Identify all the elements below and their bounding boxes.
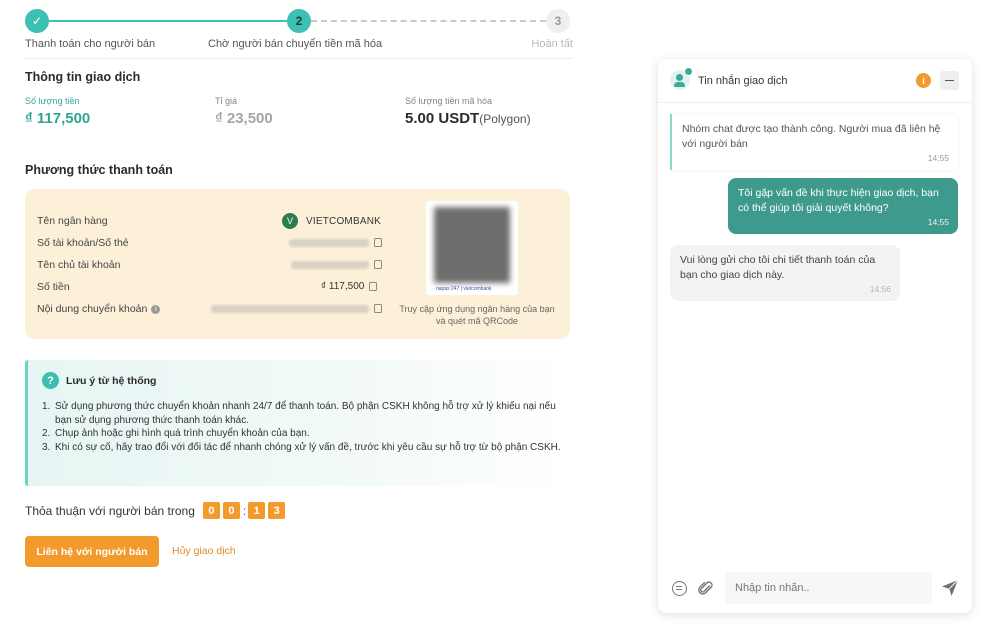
- bank-name-text: VIETCOMBANK: [306, 215, 381, 227]
- system-message: Nhóm chat được tạo thành công. Người mua…: [670, 114, 958, 170]
- step-3-circle: 3: [546, 9, 570, 33]
- crypto-amount: 5.00 USDT: [405, 110, 480, 127]
- payment-details-card: Tên ngân hàng V VIETCOMBANK Số tài khoản…: [25, 189, 570, 339]
- amount-block: Số lượng tiền ₫ 117,500: [25, 96, 90, 127]
- transfer-content-value: [211, 304, 382, 313]
- message-time: 14:55: [927, 153, 949, 163]
- paperclip-icon[interactable]: [698, 580, 714, 597]
- system-notice: ? Lưu ý từ hệ thống 1. Sử dụng phương thứ…: [25, 360, 570, 486]
- countdown-label: Thỏa thuận với người bán trong: [25, 503, 195, 518]
- message-time: 14:56: [869, 284, 891, 294]
- step-2-label: Chờ người bán chuyển tiền mã hóa: [208, 38, 383, 50]
- transfer-amount-value: ₫ 117,500: [321, 281, 378, 292]
- countdown-digit: 1: [248, 502, 266, 519]
- notice-item: 3. Khi có sự cố, hãy trao đổi với đối tác…: [42, 441, 561, 453]
- chat-title: Tin nhắn giao dịch: [698, 75, 788, 87]
- transfer-amount-text: ₫ 117,500: [321, 281, 365, 292]
- minimize-button[interactable]: [940, 71, 959, 90]
- notice-item: 1. Sử dụng phương thức chuyển khoản nhanh…: [42, 401, 556, 426]
- divider: [25, 58, 573, 59]
- system-message-text: Nhóm chat được tạo thành công. Người mua…: [682, 123, 941, 150]
- copy-account-icon[interactable]: [374, 238, 382, 247]
- bank-name-value: V VIETCOMBANK: [282, 213, 381, 229]
- step-3-label: Hoàn tất: [531, 38, 573, 50]
- rate-block: Tỉ giá ₫ 23,500: [215, 96, 273, 127]
- incoming-message-text: Vui lòng gửi cho tôi chi tiết thanh toán…: [680, 254, 876, 281]
- step-1-label: Thanh toán cho người bán: [25, 38, 156, 50]
- question-icon: ?: [42, 372, 59, 389]
- stepper-line-pending: [311, 20, 546, 22]
- crypto-value: 5.00 USDT(Polygon): [405, 110, 531, 127]
- bank-name-label: Tên ngân hàng: [37, 215, 108, 227]
- stepper-line-complete: [49, 20, 287, 22]
- chat-composer: [658, 564, 972, 613]
- qr-code-redacted: [434, 207, 510, 283]
- crypto-label: Số lượng tiền mã hóa: [405, 96, 492, 106]
- contact-seller-button[interactable]: Liên hệ với người bán: [25, 536, 159, 567]
- emoji-icon[interactable]: [672, 581, 687, 596]
- minimize-icon: [945, 79, 954, 82]
- amount-value: ₫ 117,500: [25, 110, 91, 127]
- chat-user-icon: [670, 67, 693, 90]
- rate-label: Tỉ giá: [215, 96, 238, 106]
- step-2-circle: 2: [287, 9, 311, 33]
- chat-header: Tin nhắn giao dịch i: [658, 59, 972, 103]
- chat-panel: Tin nhắn giao dịch i Nhóm chat được tạo …: [658, 59, 972, 613]
- qr-footer-logos: napas 247 | vietcombank: [436, 286, 492, 292]
- cancel-transaction-link[interactable]: Hủy giao dịch: [172, 545, 236, 557]
- amount-label: Số lượng tiền: [25, 96, 80, 106]
- account-owner-redacted: [291, 260, 369, 269]
- account-owner-label: Tên chủ tài khoản: [37, 259, 121, 271]
- qr-code: napas 247 | vietcombank: [426, 201, 518, 295]
- message-input[interactable]: [725, 572, 932, 604]
- vietcombank-logo: V: [282, 213, 298, 229]
- info-icon[interactable]: i: [151, 304, 161, 314]
- countdown-row: Thỏa thuận với người bán trong 0 0 : 1 3: [25, 502, 288, 519]
- copy-owner-icon[interactable]: [374, 260, 382, 269]
- account-number-value: [289, 238, 382, 247]
- countdown-digit: 3: [268, 502, 286, 519]
- notice-item: 2. Chụp ảnh hoặc ghi hình quá trình chuyể…: [42, 428, 310, 439]
- account-number-label: Số tài khoản/Số thẻ: [37, 237, 129, 249]
- step-1-check-icon: ✓: [25, 9, 49, 33]
- payment-method-title: Phương thức thanh toán: [25, 163, 173, 177]
- notice-list: 1. Sử dụng phương thức chuyển khoản nhanh…: [42, 400, 562, 454]
- progress-stepper: ✓ 2 3 Thanh toán cho người bán Chờ người…: [25, 8, 573, 56]
- notice-title: Lưu ý từ hệ thống: [66, 374, 157, 387]
- crypto-block: Số lượng tiền mã hóa 5.00 USDT(Polygon): [405, 96, 531, 127]
- message-time: 14:55: [927, 217, 949, 227]
- transfer-content-redacted: [211, 304, 369, 313]
- rate-value: ₫ 23,500: [215, 110, 273, 127]
- countdown-separator: :: [242, 503, 247, 518]
- crypto-network: (Polygon): [479, 112, 531, 126]
- copy-amount-icon[interactable]: [369, 282, 378, 291]
- chat-info-icon[interactable]: i: [916, 73, 931, 88]
- outgoing-message-text: Tôi gặp vấn đề khi thực hiện giao dịch, …: [738, 187, 939, 214]
- incoming-message: Vui lòng gửi cho tôi chi tiết thanh toán…: [670, 245, 900, 301]
- countdown-digit: 0: [202, 502, 220, 519]
- copy-content-icon[interactable]: [374, 304, 382, 313]
- transfer-content-label-text: Nội dung chuyển khoản: [37, 303, 148, 315]
- countdown-digit: 0: [222, 502, 240, 519]
- account-owner-value: [291, 260, 382, 269]
- transfer-content-label: Nội dung chuyển khoản i: [37, 303, 161, 315]
- notice-header: ? Lưu ý từ hệ thống: [42, 372, 156, 389]
- transfer-amount-label: Số tiền: [37, 281, 70, 293]
- outgoing-message: Tôi gặp vấn đề khi thực hiện giao dịch, …: [728, 178, 958, 234]
- account-number-redacted: [289, 238, 369, 247]
- send-icon[interactable]: [941, 579, 959, 597]
- qr-hint-text: Truy cập ứng dụng ngân hàng của bạn và q…: [399, 304, 555, 326]
- transaction-info-title: Thông tin giao dịch: [25, 70, 141, 84]
